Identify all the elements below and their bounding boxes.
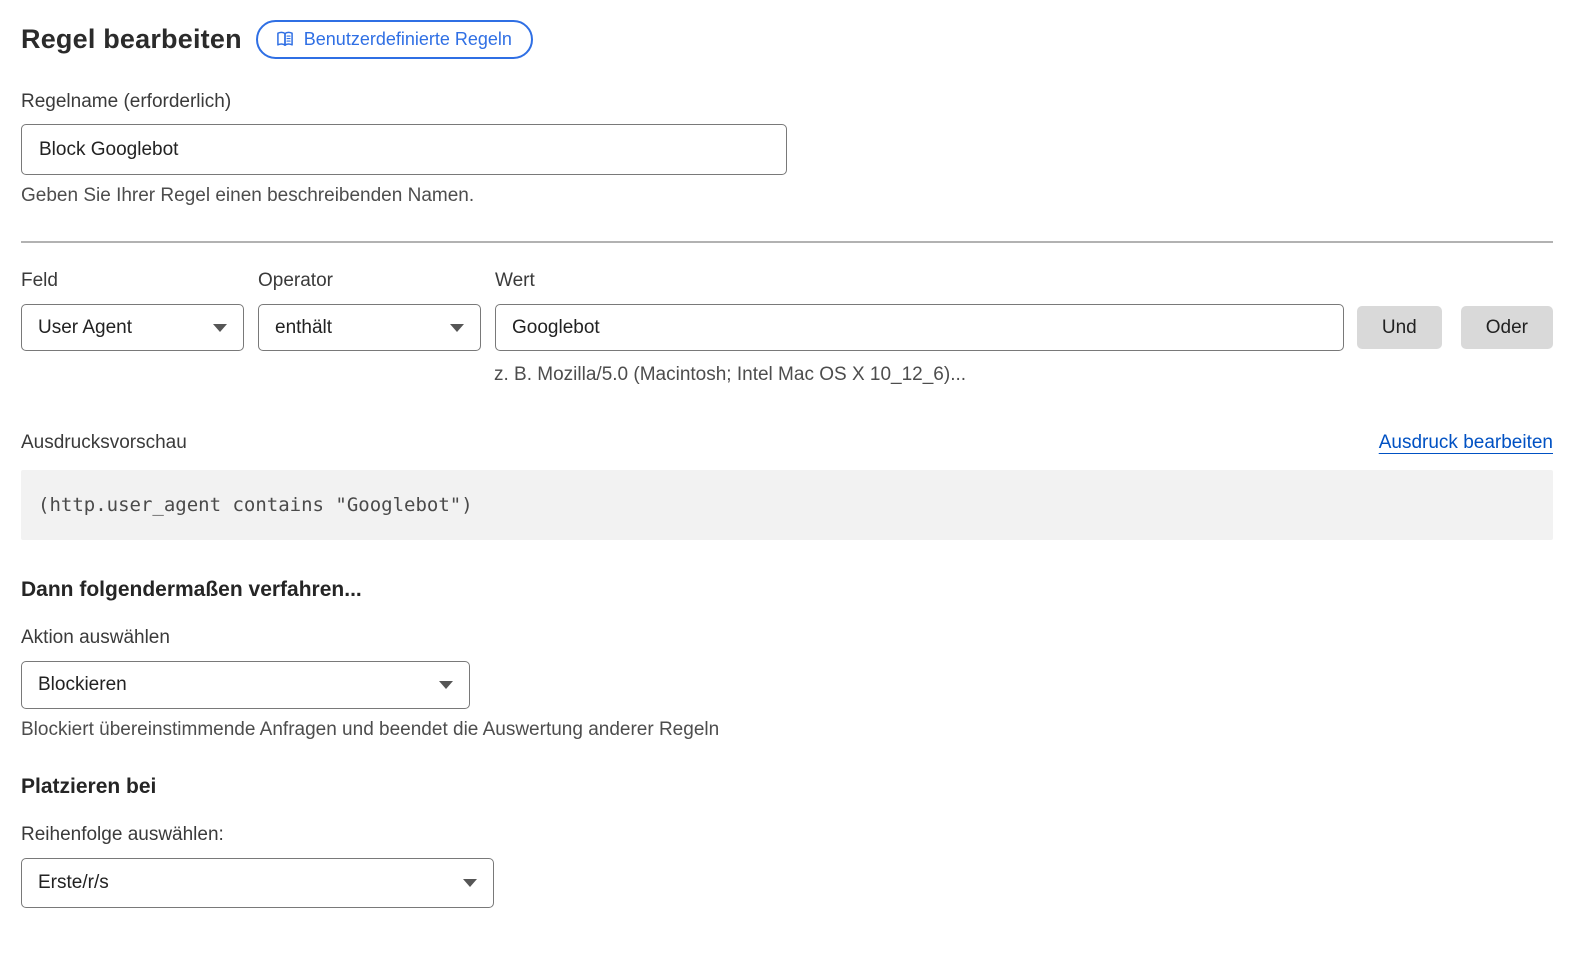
expression-code: (http.user_agent contains "Googlebot"): [38, 494, 473, 516]
field-column: Feld User Agent: [21, 270, 244, 351]
chevron-down-icon: [463, 879, 477, 887]
expression-preview-box: (http.user_agent contains "Googlebot"): [21, 470, 1553, 540]
rule-name-input[interactable]: [21, 124, 787, 175]
page-title: Regel bearbeiten: [21, 24, 242, 55]
chevron-down-icon: [450, 324, 464, 332]
expression-header: Ausdrucksvorschau Ausdruck bearbeiten: [21, 432, 1553, 454]
order-select-value: Erste/r/s: [38, 872, 109, 894]
field-label: Feld: [21, 270, 244, 292]
action-select-value: Blockieren: [38, 674, 127, 696]
operator-column: Operator enthält: [258, 270, 481, 351]
action-heading: Dann folgendermaßen verfahren...: [21, 578, 1553, 602]
value-input[interactable]: [495, 304, 1344, 351]
placement-section: Platzieren bei Reihenfolge auswählen: Er…: [21, 775, 1553, 908]
custom-rules-badge-label: Benutzerdefinierte Regeln: [304, 30, 512, 48]
value-label: Wert: [495, 270, 1344, 292]
condition-section: Feld User Agent Operator enthält Wert Un…: [21, 270, 1553, 386]
open-book-icon: [275, 29, 295, 49]
header: Regel bearbeiten Benutzerdefinierte Rege…: [21, 20, 1553, 59]
action-section: Dann folgendermaßen verfahren... Aktion …: [21, 578, 1553, 741]
operator-label: Operator: [258, 270, 481, 292]
field-select-value: User Agent: [38, 317, 132, 339]
and-button[interactable]: Und: [1357, 306, 1442, 349]
rule-name-label: Regelname (erforderlich): [21, 91, 1553, 113]
or-button[interactable]: Oder: [1461, 306, 1553, 349]
action-help: Blockiert übereinstimmende Anfragen und …: [21, 719, 1553, 741]
chevron-down-icon: [439, 681, 453, 689]
edit-rule-page: Regel bearbeiten Benutzerdefinierte Rege…: [0, 0, 1570, 908]
field-select[interactable]: User Agent: [21, 304, 244, 351]
order-select[interactable]: Erste/r/s: [21, 858, 494, 908]
action-label: Aktion auswählen: [21, 627, 1553, 649]
operator-select-value: enthält: [275, 317, 332, 339]
operator-select[interactable]: enthält: [258, 304, 481, 351]
placement-label: Reihenfolge auswählen:: [21, 824, 1553, 846]
placement-heading: Platzieren bei: [21, 775, 1553, 799]
action-select[interactable]: Blockieren: [21, 661, 470, 709]
edit-expression-link[interactable]: Ausdruck bearbeiten: [1379, 432, 1553, 454]
expression-preview-label: Ausdrucksvorschau: [21, 432, 187, 454]
custom-rules-badge-button[interactable]: Benutzerdefinierte Regeln: [256, 20, 533, 59]
rule-name-help: Geben Sie Ihrer Regel einen beschreibend…: [21, 185, 1553, 207]
value-column: Wert: [495, 270, 1344, 351]
value-help: z. B. Mozilla/5.0 (Macintosh; Intel Mac …: [494, 364, 1553, 386]
rule-name-group: Regelname (erforderlich) Geben Sie Ihrer…: [21, 91, 1553, 207]
condition-row: Feld User Agent Operator enthält Wert Un…: [21, 270, 1553, 351]
chevron-down-icon: [213, 324, 227, 332]
section-divider: [21, 241, 1553, 243]
